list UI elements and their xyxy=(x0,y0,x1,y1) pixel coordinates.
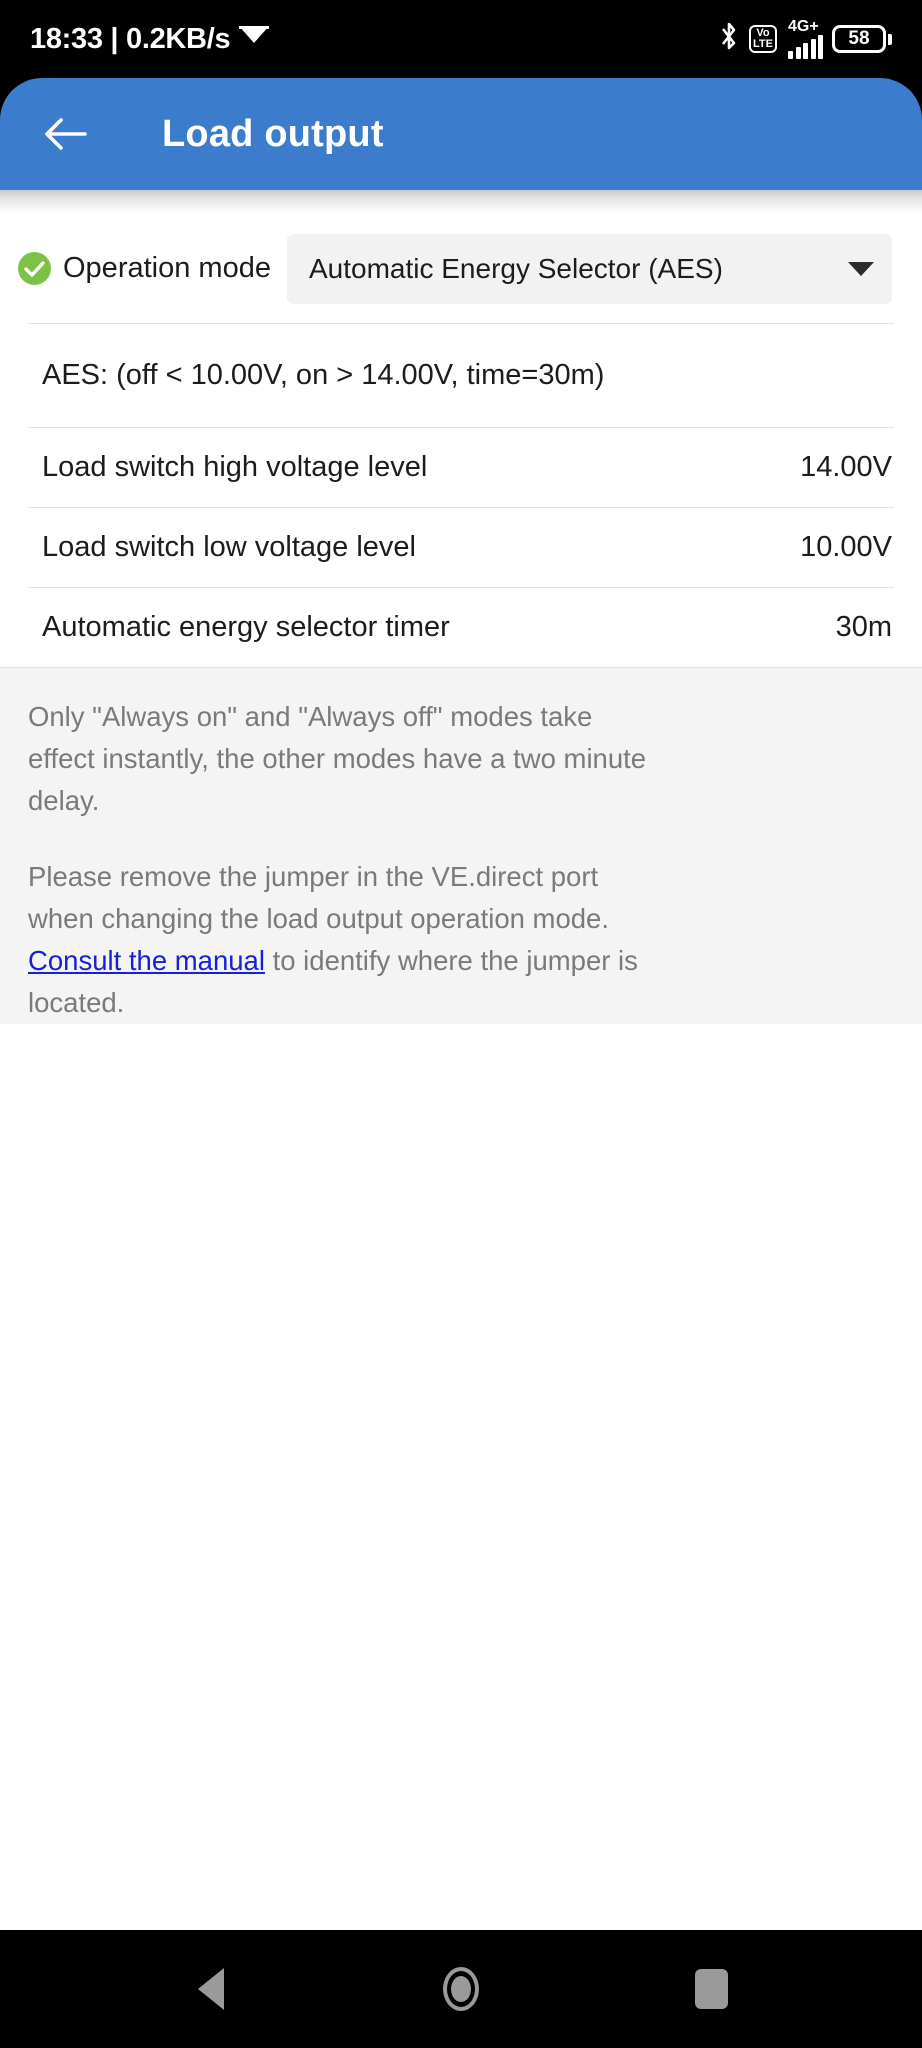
volte-bottom-label: LTE xyxy=(753,38,773,50)
status-clock: 18:33 | 0.2KB/s xyxy=(30,22,231,55)
app-bar-shadow xyxy=(0,190,922,214)
operation-mode-select[interactable]: Automatic Energy Selector (AES) xyxy=(286,233,892,304)
battery-cap xyxy=(888,33,892,45)
back-button[interactable] xyxy=(40,109,90,159)
nav-home-icon xyxy=(443,1967,479,2011)
setting-value: 30m xyxy=(835,611,892,643)
nav-back-button[interactable] xyxy=(166,1944,256,2034)
signal-bars-icon xyxy=(788,35,823,59)
consult-manual-link[interactable]: Consult the manual xyxy=(28,945,265,976)
network-indicator: 4G+ xyxy=(788,19,823,59)
setting-value: 10.00V xyxy=(800,531,892,563)
setting-row-high-voltage[interactable]: Load switch high voltage level 14.00V xyxy=(0,428,922,507)
network-type-label: 4G+ xyxy=(788,18,819,35)
setting-row-aes-timer[interactable]: Automatic energy selector timer 30m xyxy=(0,588,922,667)
aes-summary-text: AES: (off < 10.00V, on > 14.00V, time=30… xyxy=(42,359,605,391)
app-bar: Load output xyxy=(0,78,922,190)
green-check-icon xyxy=(18,252,51,285)
operation-mode-selected-value: Automatic Energy Selector (AES) xyxy=(308,252,723,284)
envelope-icon xyxy=(239,26,270,55)
operation-mode-label: Operation mode xyxy=(63,252,271,284)
setting-value: 14.00V xyxy=(800,451,892,483)
nav-home-button[interactable] xyxy=(416,1944,506,2034)
chevron-down-icon xyxy=(848,261,874,276)
settings-content: Operation mode Automatic Energy Selector… xyxy=(0,214,922,1930)
operation-mode-row[interactable]: Operation mode Automatic Energy Selector… xyxy=(0,214,922,323)
note-paragraph-jumper: Please remove the jumper in the VE.direc… xyxy=(28,856,648,1024)
page-title: Load output xyxy=(162,112,384,155)
volte-icon: Vo LTE xyxy=(749,25,777,53)
status-bar-right: Vo LTE 4G+ 58 xyxy=(718,19,892,59)
bluetooth-icon xyxy=(718,21,740,58)
status-bar: 18:33 | 0.2KB/s Vo LTE 4G+ 58 xyxy=(0,0,922,78)
help-notes-section: Only "Always on" and "Always off" modes … xyxy=(0,667,922,1024)
setting-label: Load switch low voltage level xyxy=(42,531,416,563)
nav-back-icon xyxy=(198,1968,224,2010)
nav-recents-icon xyxy=(694,1969,728,2009)
battery-icon: 58 xyxy=(832,25,892,53)
android-nav-bar xyxy=(0,1930,922,2048)
aes-summary-row: AES: (off < 10.00V, on > 14.00V, time=30… xyxy=(0,324,922,427)
note-paragraph-delay: Only "Always on" and "Always off" modes … xyxy=(28,701,647,816)
battery-level-label: 58 xyxy=(832,25,886,53)
status-bar-left: 18:33 | 0.2KB/s xyxy=(30,22,270,56)
setting-label: Automatic energy selector timer xyxy=(42,611,450,643)
setting-label: Load switch high voltage level xyxy=(42,451,428,483)
note-jumper-text: Please remove the jumper in the VE.direc… xyxy=(28,861,609,934)
setting-row-low-voltage[interactable]: Load switch low voltage level 10.00V xyxy=(0,508,922,587)
nav-recents-button[interactable] xyxy=(666,1944,756,2034)
